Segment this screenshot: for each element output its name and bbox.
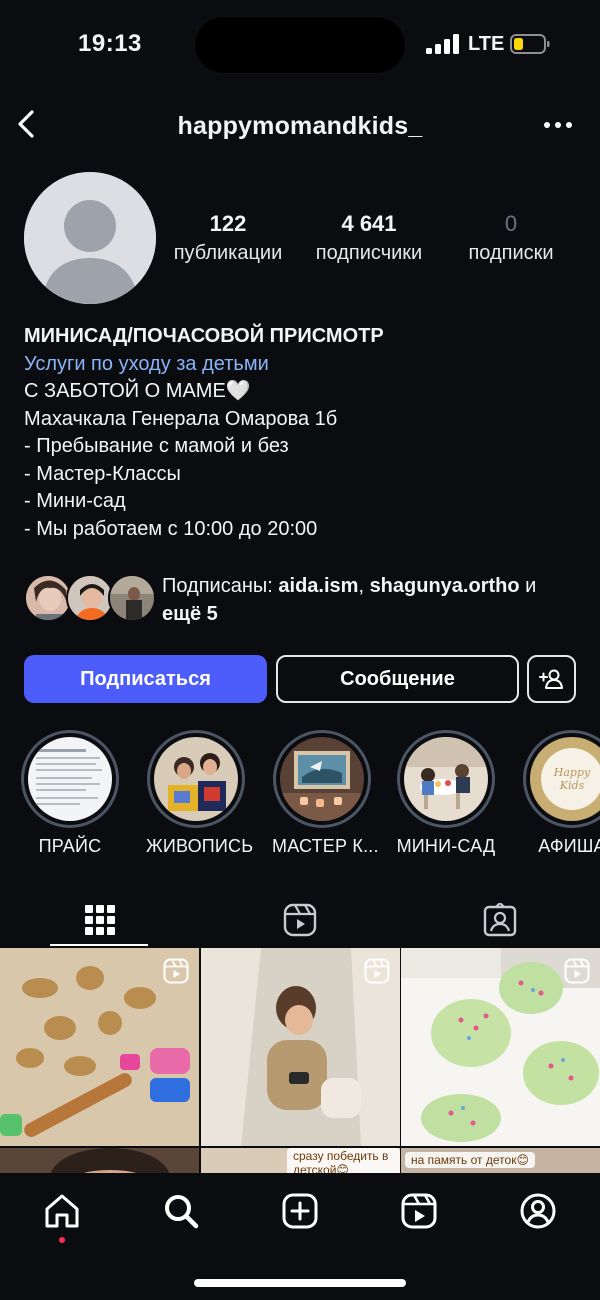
reel-badge-icon [564, 958, 590, 984]
highlight-label: МАСТЕР К... [272, 836, 379, 856]
highlight-price[interactable]: ПРАЙС [20, 730, 120, 857]
highlight-ring [21, 730, 119, 828]
grid-post[interactable]: на память от деток😊 [401, 1148, 600, 1173]
highlight-ring [273, 730, 371, 828]
add-person-icon [538, 669, 563, 689]
bio-line: - Мы работаем с 10:00 до 20:00 [24, 517, 318, 540]
highlight-cover [28, 737, 112, 821]
story-highlights: ПРАЙС ЖИВОПИСЬ МАСТЕР К... МИНИ-САД Happ… [0, 730, 600, 860]
stat-followers[interactable]: 4 641 подписчики [304, 210, 434, 268]
stat-followers-value: 4 641 [341, 211, 397, 236]
highlight-cover [280, 737, 364, 821]
highlight-mini-garden[interactable]: МИНИ-САД [396, 730, 496, 857]
stat-posts-label: публикации [173, 242, 283, 264]
status-bar: 19:13 LTE [0, 0, 600, 90]
profile-username: happymomandkids_ [177, 112, 423, 140]
post-grid: сразу победить в детской😊 на память от д… [0, 948, 600, 1173]
reels-icon [283, 903, 317, 937]
follow-button[interactable]: Подписаться [24, 655, 267, 703]
followed-by-text: Подписаны: aida.ism, shagunya.ortho и ещё… [162, 572, 582, 628]
grid-post[interactable] [401, 948, 600, 1146]
more-icon[interactable] [540, 110, 576, 140]
post-caption: на память от деток😊 [405, 1152, 535, 1168]
highlight-masterclass[interactable]: МАСТЕР К... [272, 730, 379, 857]
followed-by-avatars [24, 574, 156, 626]
stat-posts[interactable]: 122 публикации [164, 210, 292, 268]
tab-reels[interactable] [200, 892, 400, 948]
highlight-poster[interactable]: Happy Kids АФИША [522, 730, 600, 857]
stat-following-value: 0 [504, 211, 518, 236]
stat-following[interactable]: 0 подписки [452, 210, 570, 268]
highlight-label: МИНИ-САД [396, 836, 496, 856]
highlight-ring [147, 730, 245, 828]
grid-icon [85, 905, 115, 935]
avatar [24, 574, 72, 622]
followed-by-user[interactable]: shagunya.ortho [370, 575, 520, 597]
grid-post[interactable] [0, 948, 199, 1146]
bio-line: С ЗАБОТОЙ О МАМЕ🤍 [24, 380, 251, 402]
default-avatar-icon [24, 172, 156, 304]
avatar [66, 574, 114, 622]
home-indicator [194, 1279, 406, 1287]
bio-line: - Мастер-Классы [24, 462, 181, 485]
highlight-cover [404, 737, 488, 821]
profile-avatar[interactable] [24, 172, 156, 304]
highlight-label: ПРАЙС [38, 836, 102, 856]
message-button[interactable]: Сообщение [276, 655, 519, 703]
profile-bio: МИНИСАД/ПОЧАСОВОЙ ПРИСМОТР Услуги по ухо… [24, 322, 584, 543]
stat-followers-label: подписчики [315, 242, 423, 264]
profile-display-name: МИНИСАД/ПОЧАСОВОЙ ПРИСМОТР [24, 325, 384, 347]
network-label: LTE [468, 33, 505, 55]
bio-line: - Мини-сад [24, 490, 126, 512]
signal-icon [426, 34, 459, 54]
reel-badge-icon [364, 958, 390, 984]
followed-by-conjunction: и [519, 575, 537, 597]
battery-icon [510, 34, 550, 54]
followed-by-more[interactable]: ещё 5 [162, 603, 218, 625]
profile-header: happymomandkids_ [0, 100, 600, 150]
profile-icon[interactable] [518, 1191, 558, 1231]
stat-posts-value: 122 [209, 211, 247, 236]
highlight-ring [397, 730, 495, 828]
grid-post[interactable] [201, 948, 400, 1146]
active-tab-indicator [50, 944, 148, 946]
tagged-icon [483, 903, 517, 937]
home-icon[interactable] [42, 1191, 82, 1231]
create-icon[interactable] [280, 1191, 320, 1231]
stat-following-label: подписки [468, 242, 554, 264]
highlight-cover: Happy Kids [530, 737, 600, 821]
reel-badge-icon [163, 958, 189, 984]
happy-kids-logo: Happy Kids [541, 748, 600, 810]
reels-nav-icon[interactable] [399, 1191, 439, 1231]
post-caption: сразу победить в детской😊 [287, 1148, 400, 1173]
profile-category[interactable]: Услуги по уходу за детьми [24, 350, 584, 378]
followed-by[interactable]: Подписаны: aida.ism, shagunya.ortho и ещё… [24, 572, 584, 630]
highlight-painting[interactable]: ЖИВОПИСЬ [146, 730, 254, 857]
status-time: 19:13 [78, 30, 142, 57]
grid-post[interactable] [0, 1148, 199, 1173]
search-icon[interactable] [161, 1191, 201, 1231]
tab-tagged[interactable] [400, 892, 600, 948]
dynamic-island [194, 16, 406, 74]
bottom-navigation [0, 1173, 600, 1300]
followed-by-separator: , [358, 575, 370, 597]
highlight-label: АФИША [538, 836, 600, 856]
followed-by-user[interactable]: aida.ism [278, 575, 358, 597]
bio-line: - Пребывание с мамой и без [24, 435, 289, 457]
avatar [108, 574, 156, 622]
grid-post[interactable]: сразу победить в детской😊 [201, 1148, 400, 1173]
highlight-label: ЖИВОПИСЬ [146, 836, 254, 856]
followed-by-prefix: Подписаны: [162, 575, 279, 597]
notification-dot [59, 1237, 65, 1243]
bio-address: Махачкала Генерала Омарова 1б [24, 407, 338, 430]
highlight-cover [154, 737, 238, 821]
content-tabs [0, 892, 600, 948]
tab-posts[interactable] [0, 892, 200, 948]
highlight-ring: Happy Kids [523, 730, 600, 828]
suggested-accounts-button[interactable] [527, 655, 576, 703]
